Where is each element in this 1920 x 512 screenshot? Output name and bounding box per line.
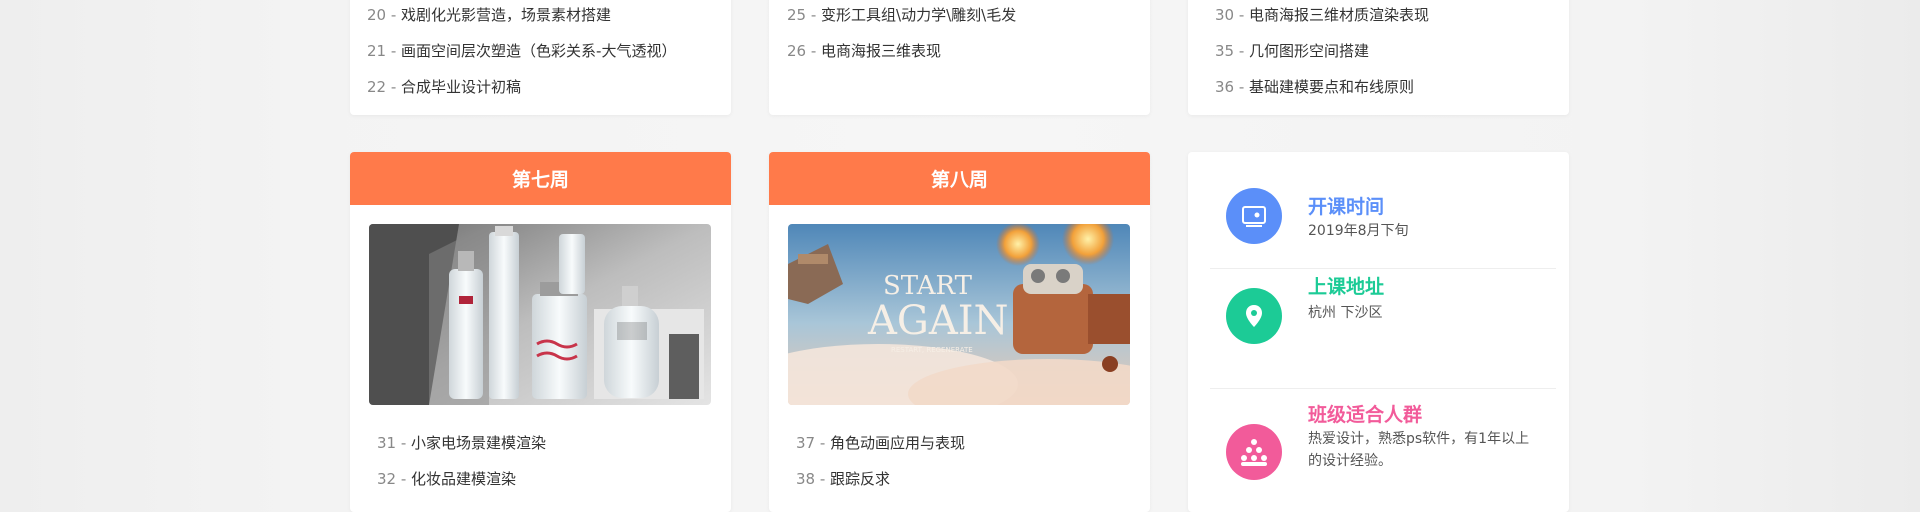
item-text: 变形工具组\动力学\雕刻\毛发: [821, 6, 1017, 24]
item-text: 跟踪反求: [830, 470, 891, 488]
item-number: 22 -: [367, 78, 402, 96]
list-item: 31 - 小家电场景建模渲染: [377, 432, 546, 453]
list-item: 38 - 跟踪反求: [796, 468, 890, 489]
poster-title-start: START: [883, 271, 973, 301]
item-text: 戏剧化光影营造，场景素材搭建: [401, 6, 612, 24]
item-text: 电商海报三维材质渲染表现: [1249, 6, 1430, 24]
item-text: 几何图形空间搭建: [1249, 42, 1370, 60]
product-bottles-illustration: [369, 224, 711, 405]
people-icon: [1226, 424, 1282, 480]
info-text: 热爱设计，熟悉ps软件，有1年以上的设计经验。: [1308, 431, 1530, 469]
week-card-8: 第八周 START AGAIN RESTART, REGENERATE 37 -…: [769, 152, 1150, 512]
item-text: 电商海报三维表现: [821, 42, 942, 60]
curriculum-card-top-2: 25 - 变形工具组\动力学\雕刻\毛发 26 - 电商海报三维表现: [769, 0, 1150, 115]
info-title: 班级适合人群: [1308, 404, 1423, 426]
list-item: 21 - 画面空间层次塑造（色彩关系-大气透视）: [367, 40, 676, 61]
list-item: 36 - 基础建模要点和布线原则: [1215, 76, 1414, 97]
item-number: 32 -: [377, 470, 412, 488]
info-title: 开课时间: [1308, 196, 1385, 218]
screen-icon: [1226, 188, 1282, 244]
list-item: 35 - 几何图形空间搭建: [1215, 40, 1369, 61]
list-item: 25 - 变形工具组\动力学\雕刻\毛发: [787, 4, 1016, 25]
list-item: 26 - 电商海报三维表现: [787, 40, 941, 61]
info-text: 杭州 下沙区: [1308, 305, 1383, 321]
list-item: 22 - 合成毕业设计初稿: [367, 76, 521, 97]
item-number: 20 -: [367, 6, 402, 24]
item-number: 35 -: [1215, 42, 1250, 60]
location-pin-icon: [1226, 288, 1282, 344]
item-text: 画面空间层次塑造（色彩关系-大气透视）: [401, 42, 677, 60]
curriculum-card-top-3: 30 - 电商海报三维材质渲染表现 35 - 几何图形空间搭建 36 - 基础建…: [1188, 0, 1569, 115]
list-item: 20 - 戏剧化光影营造，场景素材搭建: [367, 4, 611, 25]
divider: [1210, 268, 1556, 269]
item-number: 25 -: [787, 6, 822, 24]
week-header: 第七周: [350, 152, 731, 205]
week-card-7: 第七周 31 - 小家电场景建模渲染 32 - 化妆品建模渲染: [350, 152, 731, 512]
divider: [1210, 388, 1556, 389]
poster-subtitle: RESTART, REGENERATE: [891, 346, 973, 354]
item-text: 角色动画应用与表现: [830, 434, 966, 452]
item-number: 30 -: [1215, 6, 1250, 24]
list-item: 37 - 角色动画应用与表现: [796, 432, 965, 453]
item-number: 37 -: [796, 434, 831, 452]
item-number: 38 -: [796, 470, 831, 488]
course-image-start-again: START AGAIN RESTART, REGENERATE: [788, 224, 1130, 405]
week-header: 第八周: [769, 152, 1150, 205]
item-number: 26 -: [787, 42, 822, 60]
course-info-card: 开课时间 2019年8月下旬 上课地址 杭州 下沙区 班级适合人群 热爱设计，熟…: [1188, 152, 1569, 512]
item-number: 31 -: [377, 434, 412, 452]
list-item: 32 - 化妆品建模渲染: [377, 468, 516, 489]
start-again-poster-illustration: START AGAIN RESTART, REGENERATE: [788, 224, 1130, 405]
item-number: 21 -: [367, 42, 402, 60]
item-text: 小家电场景建模渲染: [411, 434, 547, 452]
item-number: 36 -: [1215, 78, 1250, 96]
list-item: 30 - 电商海报三维材质渲染表现: [1215, 4, 1429, 25]
course-image-product-render: [369, 224, 711, 405]
item-text: 化妆品建模渲染: [411, 470, 517, 488]
item-text: 基础建模要点和布线原则: [1249, 78, 1415, 96]
curriculum-card-top-1: 20 - 戏剧化光影营造，场景素材搭建 21 - 画面空间层次塑造（色彩关系-大…: [350, 0, 731, 115]
info-text: 2019年8月下旬: [1308, 223, 1409, 239]
info-title: 上课地址: [1308, 276, 1385, 298]
item-text: 合成毕业设计初稿: [401, 78, 522, 96]
poster-title-again: AGAIN: [867, 298, 1009, 344]
